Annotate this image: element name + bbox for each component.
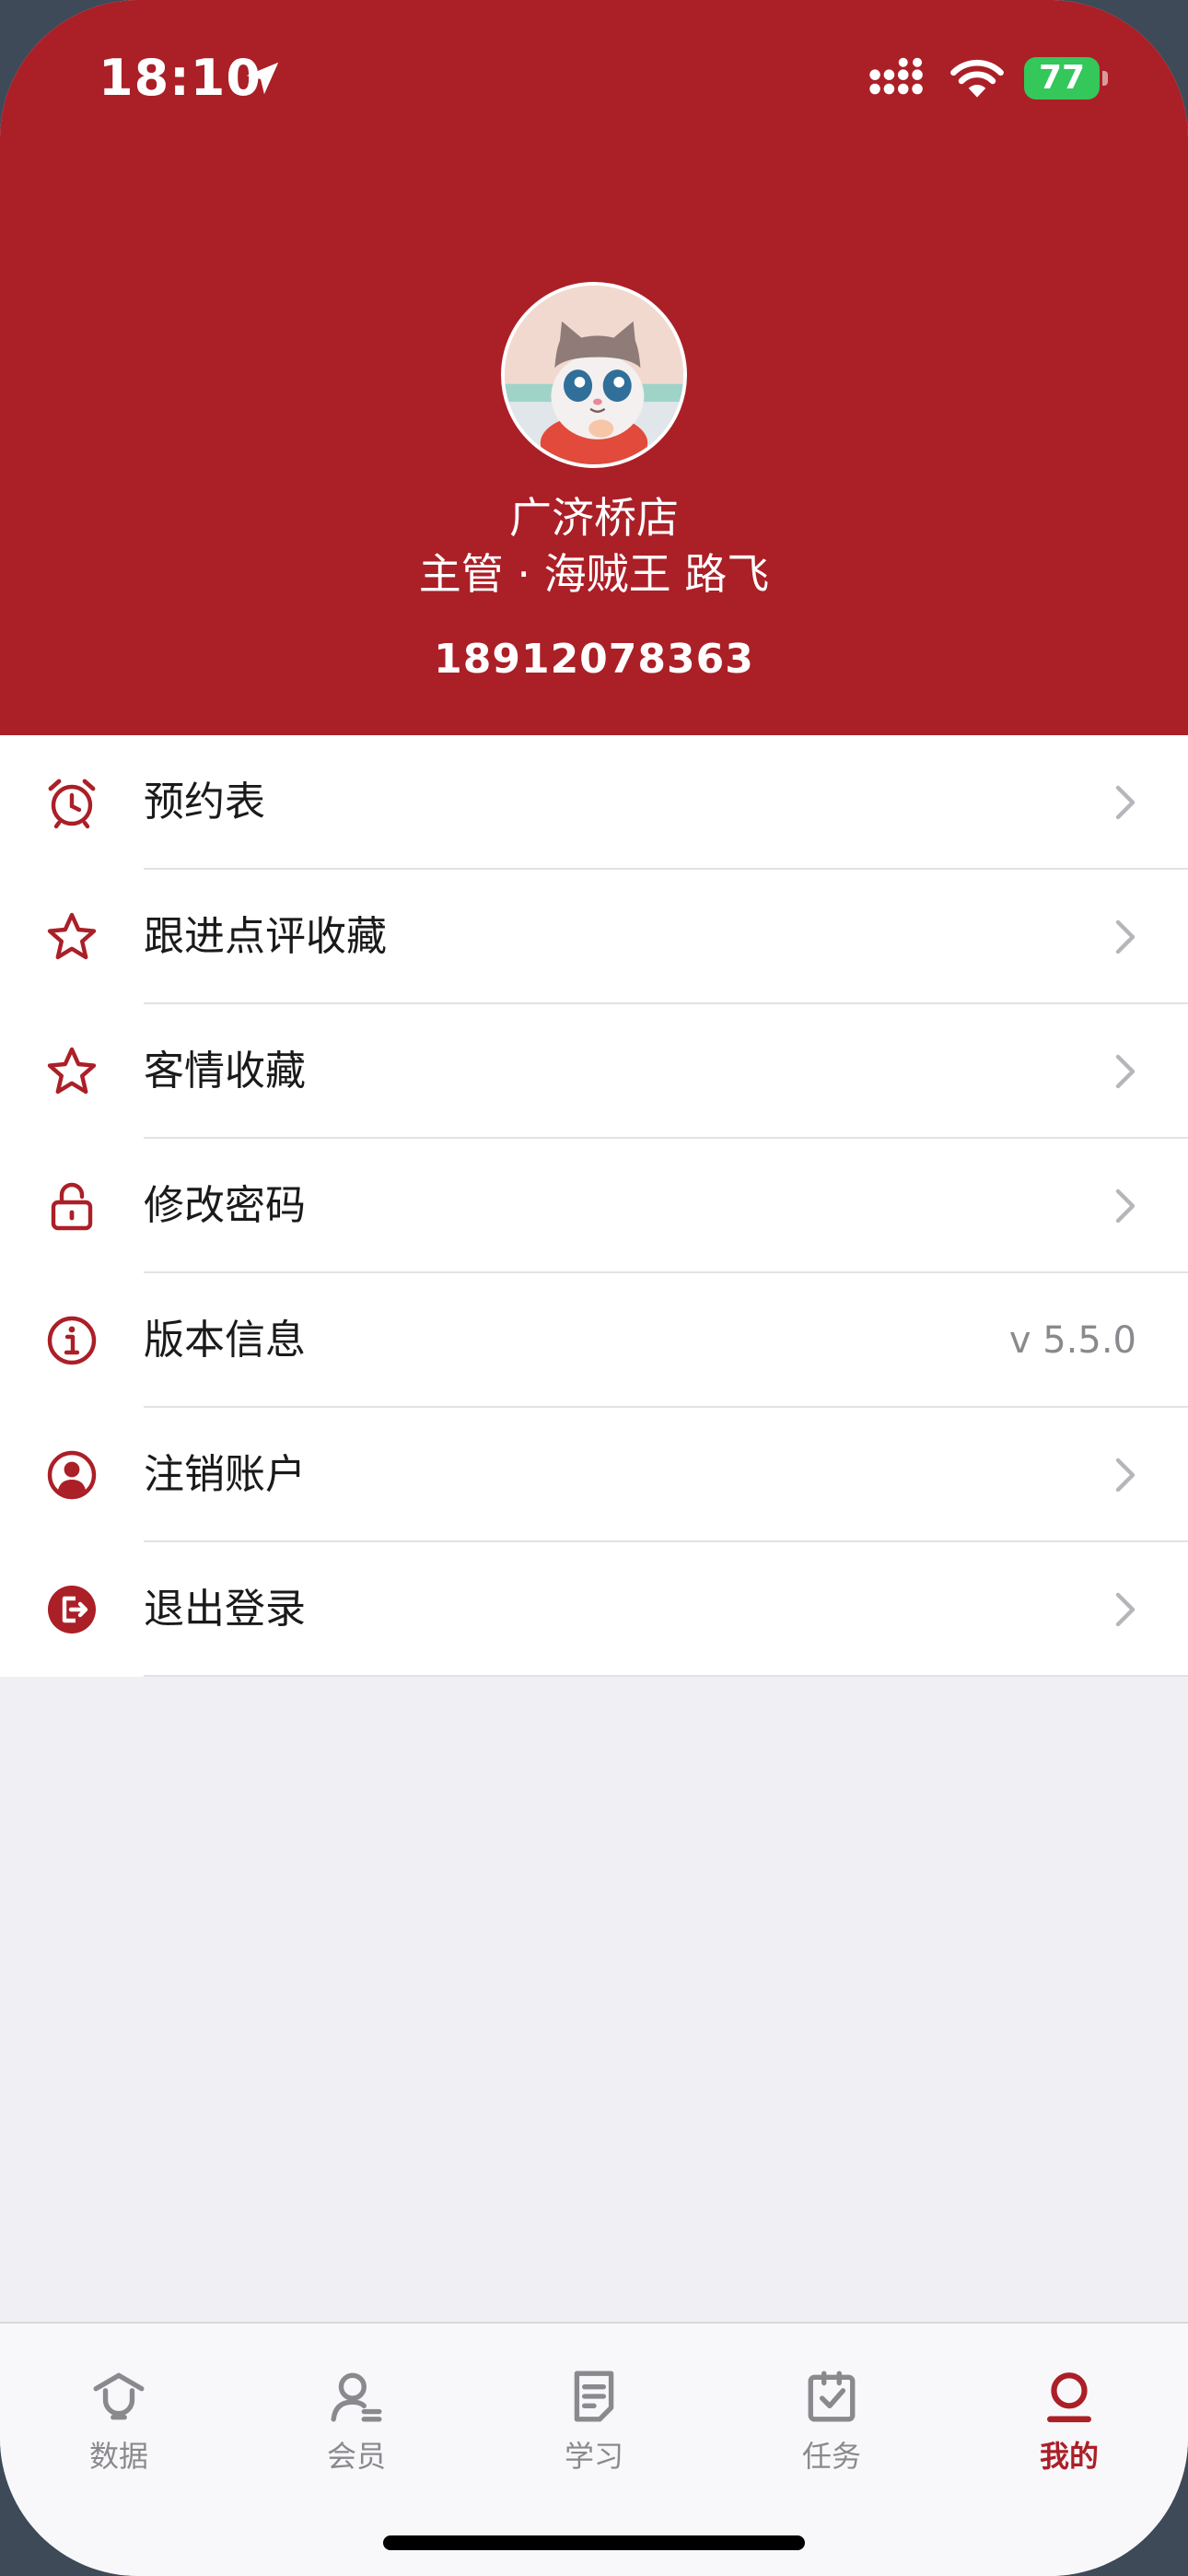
phone-number: 18912078363	[434, 636, 754, 683]
data-home-icon	[93, 2372, 145, 2420]
menu-item-follow-up-favorites[interactable]: 跟进点评收藏	[0, 870, 1188, 1004]
profile-menu: 预约表 跟进点评收藏 客情收藏 修改密码 版本信息 v 5.5.0 注销账户 退…	[0, 735, 1188, 1677]
location-arrow-icon	[246, 62, 279, 95]
tab-data[interactable]: 数据	[50, 2348, 188, 2486]
tab-label: 我的	[1039, 2439, 1099, 2474]
avatar[interactable]	[501, 282, 687, 468]
app-screen: 18:10 77 广济桥店 主管 · 海贼王 路飞 18912078363 预约…	[0, 0, 1188, 2576]
chevron-right-icon	[1115, 1592, 1136, 1627]
menu-label: 修改密码	[144, 1182, 306, 1229]
cartoon-cat-avatar	[505, 286, 683, 464]
role-name: 主管 · 海贼王 路飞	[418, 549, 770, 599]
menu-label: 客情收藏	[144, 1048, 306, 1095]
chevron-right-icon	[1115, 1188, 1136, 1224]
logout-icon	[48, 1586, 96, 1633]
menu-item-customer-favorites[interactable]: 客情收藏	[0, 1004, 1188, 1139]
menu-item-delete-account[interactable]: 注销账户	[0, 1408, 1188, 1542]
menu-label: 预约表	[144, 779, 265, 825]
menu-label: 退出登录	[144, 1586, 306, 1633]
tab-members[interactable]: 会员	[287, 2348, 425, 2486]
store-name: 广济桥店	[509, 493, 679, 543]
tab-tasks[interactable]: 任务	[763, 2348, 901, 2486]
tab-learning[interactable]: 学习	[525, 2348, 663, 2486]
chevron-right-icon	[1115, 919, 1136, 954]
tab-label: 会员	[326, 2439, 386, 2474]
info-icon	[47, 1316, 97, 1365]
star-icon	[47, 1047, 97, 1095]
menu-label: 注销账户	[144, 1451, 306, 1498]
member-icon	[331, 2372, 382, 2422]
menu-item-version-info[interactable]: 版本信息 v 5.5.0	[0, 1273, 1188, 1408]
chevron-right-icon	[1115, 1054, 1136, 1089]
home-indicator[interactable]	[383, 2535, 805, 2550]
menu-item-logout[interactable]: 退出登录	[0, 1542, 1188, 1677]
menu-label: 版本信息	[144, 1317, 306, 1364]
user-circle-icon	[47, 1450, 97, 1500]
profile-icon	[1047, 2372, 1091, 2423]
chevron-right-icon	[1115, 785, 1136, 820]
status-bar: 18:10 77	[0, 0, 1188, 157]
menu-item-change-password[interactable]: 修改密码	[0, 1139, 1188, 1273]
status-time: 18:10	[99, 49, 262, 107]
chevron-right-icon	[1115, 1458, 1136, 1493]
star-icon	[47, 912, 97, 960]
alarm-clock-icon	[48, 779, 96, 829]
task-check-icon	[808, 2371, 856, 2422]
wifi-icon	[950, 59, 1004, 98]
version-value: v 5.5.0	[1008, 1319, 1136, 1362]
menu-item-reservation[interactable]: 预约表	[0, 735, 1188, 870]
battery-level: 77	[1038, 59, 1086, 97]
lock-icon	[51, 1182, 93, 1231]
document-icon	[574, 2371, 614, 2422]
cellular-signal-icon	[869, 57, 923, 95]
tab-label: 任务	[801, 2439, 861, 2474]
battery-charging-icon: 77	[1024, 57, 1109, 100]
profile-header: 18:10 77 广济桥店 主管 · 海贼王 路飞 18912078363	[0, 0, 1188, 735]
divider	[144, 1675, 1188, 1677]
tab-label: 数据	[88, 2439, 148, 2474]
tab-label: 学习	[564, 2439, 623, 2474]
tab-mine[interactable]: 我的	[1000, 2348, 1138, 2486]
menu-label: 跟进点评收藏	[144, 913, 387, 960]
